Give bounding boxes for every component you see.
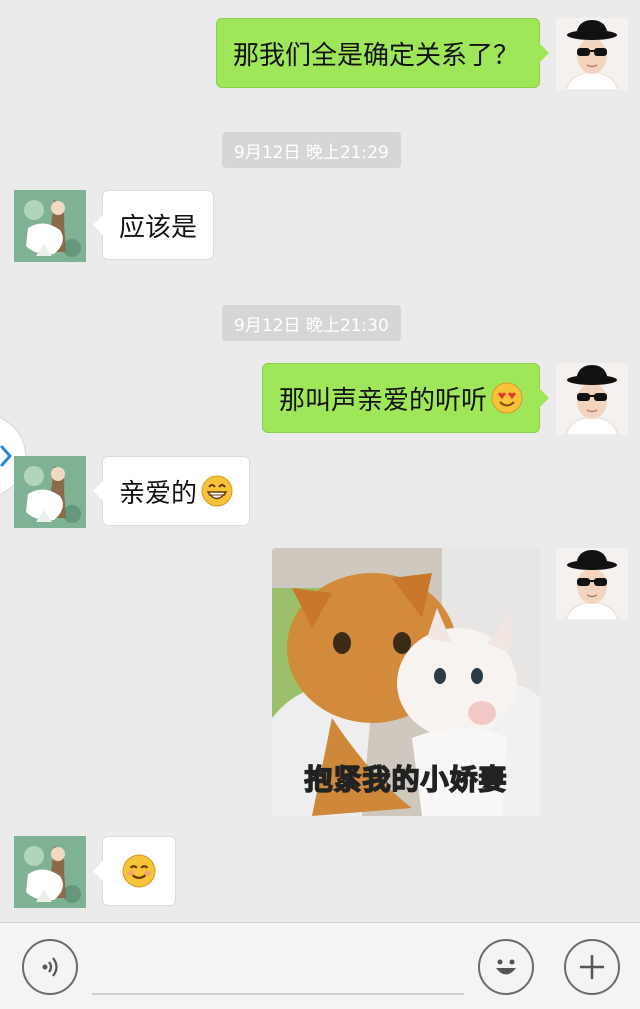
message-input[interactable]	[92, 993, 464, 995]
message-bubble[interactable]: 亲爱的	[93, 456, 250, 526]
male-avatar-icon	[556, 18, 628, 90]
message-bubble[interactable]: 那叫声亲爱的听听	[262, 363, 549, 433]
message-text: 亲爱的	[119, 478, 198, 509]
male-avatar-icon	[556, 363, 628, 435]
timestamp: 9月12日 晚上21:30	[222, 305, 401, 341]
message-text: 那我们全是确定关系了？	[233, 40, 520, 71]
message-bubble[interactable]	[93, 836, 176, 906]
sticker-image[interactable]: 抱紧我的小娇妻	[272, 548, 540, 816]
input-bar	[0, 922, 640, 1009]
timestamp: 9月12日 晚上21:29	[222, 132, 401, 168]
message-bubble[interactable]: 应该是	[93, 190, 214, 260]
girl-avatar-icon	[14, 190, 86, 262]
male-avatar-icon	[556, 548, 628, 620]
message-text: 应该是	[119, 212, 198, 243]
smiling-emoji-icon	[122, 854, 156, 888]
avatar[interactable]	[14, 456, 86, 528]
emoji-button[interactable]	[478, 939, 534, 995]
message-bubble[interactable]: 那我们全是确定关系了？	[216, 18, 549, 88]
avatar[interactable]	[556, 18, 628, 90]
chevron-right-icon	[0, 445, 13, 467]
girl-avatar-icon	[14, 456, 86, 528]
avatar[interactable]	[556, 548, 628, 620]
chat-area: 那我们全是确定关系了？ 9月12日 晚上21:29 应该是 9月12日 晚上21…	[0, 0, 640, 922]
avatar[interactable]	[14, 836, 86, 908]
grinning-emoji-icon	[201, 475, 233, 507]
avatar[interactable]	[556, 363, 628, 435]
sticker-caption: 抱紧我的小娇妻	[304, 762, 508, 797]
voice-icon	[42, 957, 58, 977]
avatar[interactable]	[14, 190, 86, 262]
more-button[interactable]	[564, 939, 620, 995]
heart-eyes-emoji-icon	[491, 382, 523, 414]
message-text: 那叫声亲爱的听听	[279, 385, 488, 416]
plus-icon	[580, 955, 604, 979]
smiley-face-icon	[496, 959, 516, 975]
voice-button[interactable]	[22, 939, 78, 995]
girl-avatar-icon	[14, 836, 86, 908]
